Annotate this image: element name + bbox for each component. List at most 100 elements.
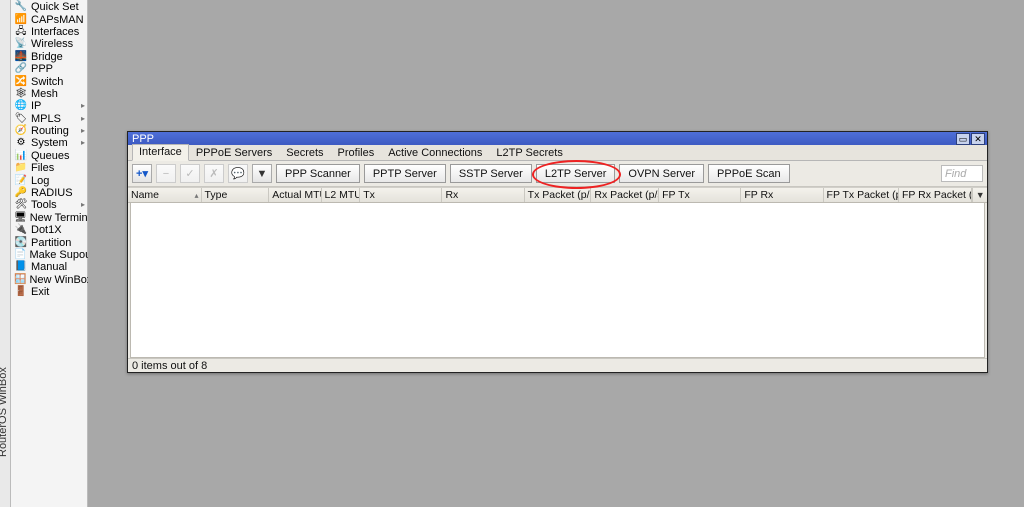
sidebar-icon: 🛠 [14,199,28,211]
tab-active-connections[interactable]: Active Connections [381,145,489,161]
ppp-window: PPP ▭ ✕ InterfacePPPoE ServersSecretsPro… [127,131,988,373]
sidebar-icon: 📡 [14,38,28,50]
tab-secrets[interactable]: Secrets [279,145,330,161]
sidebar-item-ppp[interactable]: 🔗PPP [11,63,87,75]
sstp-server-button[interactable]: SSTP Server [450,164,532,183]
sidebar-item-new-winbox[interactable]: 🪟New WinBox [11,274,87,286]
sidebar-icon: 🖧 [14,26,28,38]
sidebar-item-mpls[interactable]: 🏷MPLS▸ [11,113,87,125]
status-text: 0 items out of 8 [132,360,207,372]
sidebar-item-make-supout-rif[interactable]: 📄Make Supout.rif [11,249,87,261]
sidebar-item-capsman[interactable]: 📶CAPsMAN [11,13,87,25]
pppoe-scan-button[interactable]: PPPoE Scan [708,164,790,183]
sidebar-item-label: Manual [31,261,67,273]
sidebar-item-mesh[interactable]: 🕸Mesh [11,88,87,100]
app-caption: RouterOS WinBox [0,367,9,457]
sidebar-item-label: MPLS [31,113,61,125]
sidebar-icon: 💽 [14,237,28,249]
column-fp-rx[interactable]: FP Rx [741,188,823,202]
column-name[interactable]: Name▴ [128,188,202,202]
pptp-server-button[interactable]: PPTP Server [364,164,446,183]
vertical-caption-strip: RouterOS WinBox [0,0,11,507]
column-fp-rx-packet-p-s-[interactable]: FP Rx Packet (p/s) [899,188,973,202]
sidebar-item-label: Partition [31,237,71,249]
disable-button[interactable]: ✗ [204,164,224,183]
window-title: PPP [132,133,154,145]
sidebar-item-label: Wireless [31,38,73,50]
sidebar-item-switch[interactable]: 🔀Switch [11,75,87,87]
close-icon[interactable]: ✕ [971,133,985,145]
window-titlebar[interactable]: PPP ▭ ✕ [128,132,987,145]
sidebar-icon: 🕸 [14,88,28,100]
sidebar-item-files[interactable]: 📁Files [11,162,87,174]
sidebar-icon: 🖥 [14,212,27,224]
sidebar-icon: 🚪 [14,286,28,298]
find-input[interactable]: Find [941,165,983,182]
sidebar-item-quick-set[interactable]: 🔧Quick Set [11,1,87,13]
tab-l2tp-secrets[interactable]: L2TP Secrets [489,145,569,161]
filter-button[interactable]: ▼ [252,164,272,183]
sidebar-item-label: CAPsMAN [31,14,84,26]
column-actual-mtu[interactable]: Actual MTU [269,188,321,202]
sidebar-item-new-terminal[interactable]: 🖥New Terminal [11,212,87,224]
column-fp-tx[interactable]: FP Tx [659,188,741,202]
submenu-icon: ▸ [81,100,85,112]
column-menu-button[interactable]: ▼ [972,188,987,202]
sidebar-item-label: Files [31,162,54,174]
minimize-icon[interactable]: ▭ [956,133,970,145]
table-body [130,203,985,358]
sidebar-item-manual[interactable]: 📘Manual [11,261,87,273]
ppp-scanner-button[interactable]: PPP Scanner [276,164,360,183]
tab-interface[interactable]: Interface [132,144,189,161]
remove-button[interactable]: − [156,164,176,183]
tab-pppoe-servers[interactable]: PPPoE Servers [189,145,279,161]
sidebar-icon: 📊 [14,150,28,162]
sidebar-item-bridge[interactable]: 🌉Bridge [11,51,87,63]
comment-button[interactable]: 💬 [228,164,248,183]
column-type[interactable]: Type [202,188,270,202]
ovpn-server-button[interactable]: OVPN Server [619,164,704,183]
sidebar-icon: 🔑 [14,187,28,199]
sidebar-item-label: Log [31,175,49,187]
sidebar-item-dot1x[interactable]: 🔌Dot1X [11,224,87,236]
sidebar-item-label: Mesh [31,88,58,100]
sidebar-item-system[interactable]: ⚙System▸ [11,137,87,149]
tab-bar: InterfacePPPoE ServersSecretsProfilesAct… [128,145,987,161]
sidebar-item-label: RADIUS [31,187,73,199]
table-header: Name▴TypeActual MTUL2 MTUTxRxTx Packet (… [128,187,987,203]
sidebar-icon: ⚙ [14,137,28,149]
sidebar-item-radius[interactable]: 🔑RADIUS [11,187,87,199]
submenu-icon: ▸ [81,113,85,125]
sidebar-item-wireless[interactable]: 📡Wireless [11,38,87,50]
sidebar-item-label: PPP [31,63,53,75]
add-button[interactable]: +▾ [132,164,152,183]
sidebar-icon: 📁 [14,162,28,174]
tab-profiles[interactable]: Profiles [331,145,382,161]
sidebar-item-log[interactable]: 📝Log [11,174,87,186]
sidebar-item-tools[interactable]: 🛠Tools▸ [11,199,87,211]
sidebar-item-ip[interactable]: 🌐IP▸ [11,100,87,112]
enable-button[interactable]: ✓ [180,164,200,183]
sidebar-item-exit[interactable]: 🚪Exit [11,286,87,298]
column-tx-packet-p-s-[interactable]: Tx Packet (p/s) [525,188,592,202]
column-rx-packet-p-s-[interactable]: Rx Packet (p/s) [591,188,659,202]
sidebar-item-label: Bridge [31,51,63,63]
submenu-icon: ▸ [81,199,85,211]
column-l2-mtu[interactable]: L2 MTU [322,188,361,202]
column-rx[interactable]: Rx [442,188,524,202]
sidebar-item-label: New Terminal [30,212,96,224]
l2tp-server-button[interactable]: L2TP Server [536,164,616,183]
sidebar-item-label: IP [31,100,41,112]
column-tx[interactable]: Tx [360,188,442,202]
sidebar-item-label: Dot1X [31,224,62,236]
sidebar-item-interfaces[interactable]: 🖧Interfaces [11,26,87,38]
sidebar-icon: 📝 [14,175,28,187]
sidebar-item-label: System [31,137,68,149]
sidebar-item-label: Quick Set [31,1,79,13]
sidebar-item-queues[interactable]: 📊Queues [11,150,87,162]
status-bar: 0 items out of 8 [128,358,987,372]
sidebar-item-label: New WinBox [29,274,92,286]
column-fp-tx-packet-p-s-[interactable]: FP Tx Packet (p/s) [824,188,899,202]
sidebar-item-partition[interactable]: 💽Partition [11,236,87,248]
sidebar-item-routing[interactable]: 🧭Routing▸ [11,125,87,137]
